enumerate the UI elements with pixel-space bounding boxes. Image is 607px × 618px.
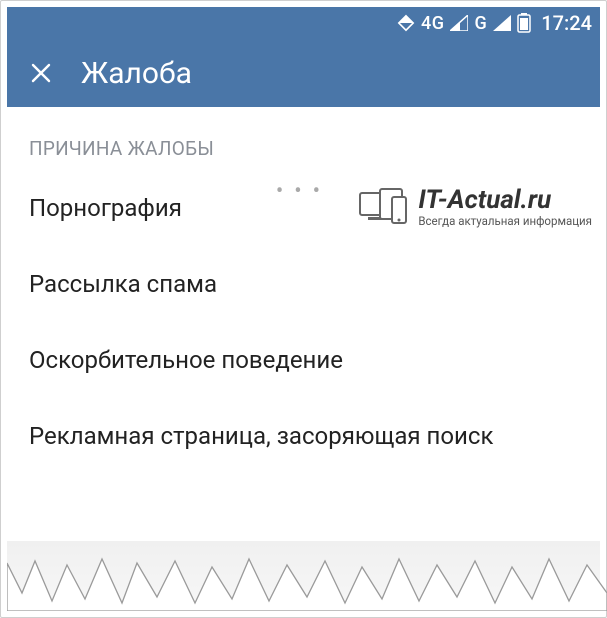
content: ПРИЧИНА ЖАЛОБЫ Порнография Рассылка спам… (7, 107, 600, 541)
reason-item[interactable]: Оскорбительное поведение (7, 322, 600, 398)
reason-item[interactable]: Порнография (7, 170, 600, 246)
close-icon (30, 62, 52, 84)
close-button[interactable] (25, 57, 57, 89)
section-label: ПРИЧИНА ЖАЛОБЫ (7, 107, 600, 170)
torn-footer (7, 541, 600, 611)
status-bar: 4G G 17:24 (7, 7, 600, 39)
network-type-label-2: G (474, 13, 487, 34)
app-screen: 4G G 17:24 Жалоба ПРИЧИНА ЖАЛОБЫ Порногр… (7, 7, 600, 611)
reason-item[interactable]: Рекламная страница, засоряющая поиск (7, 398, 600, 474)
battery-icon (517, 13, 531, 33)
torn-edge-icon (7, 553, 607, 611)
clock: 17:24 (541, 11, 592, 35)
reason-item[interactable]: Рассылка спама (7, 246, 600, 322)
page-title: Жалоба (81, 56, 192, 91)
network-diamond-icon (397, 14, 415, 32)
network-type-label-1: 4G (421, 13, 445, 34)
signal-icon-2 (493, 15, 511, 31)
signal-icon-1 (450, 15, 468, 31)
toolbar: Жалоба (7, 39, 600, 107)
